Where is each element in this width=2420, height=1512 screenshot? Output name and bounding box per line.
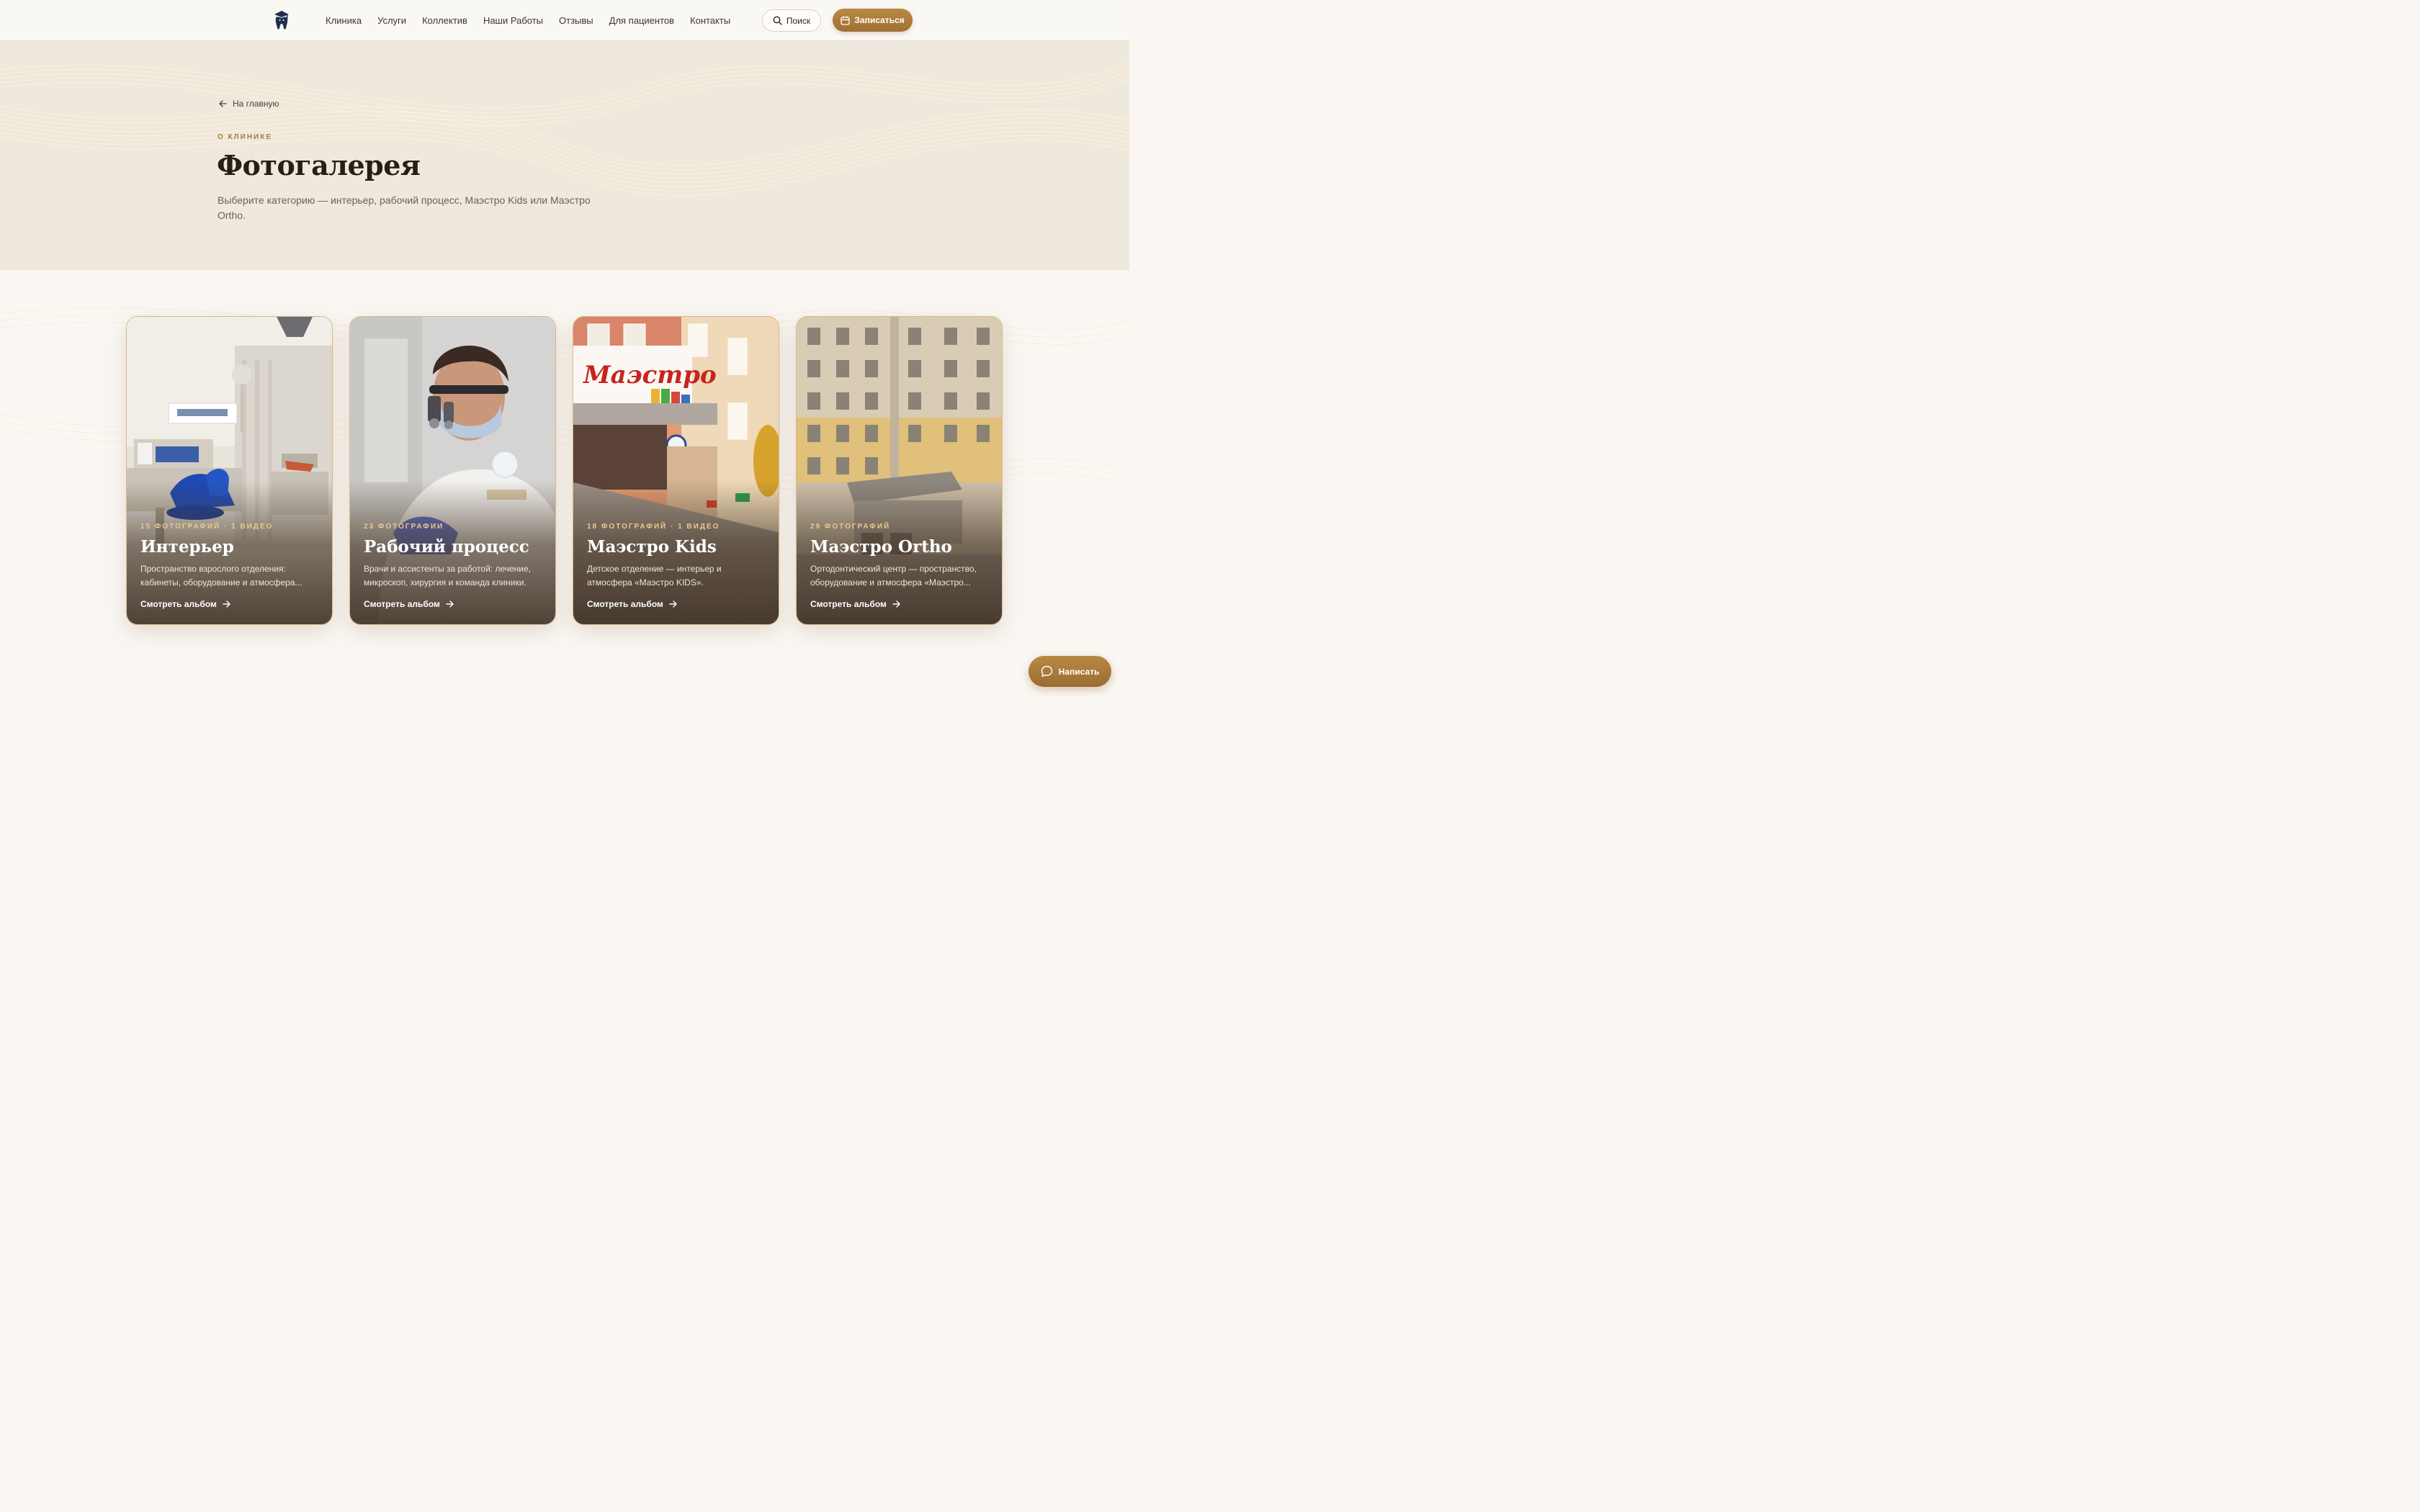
main-nav: Клиника Услуги Коллектив Наши Работы Отз…: [326, 0, 730, 41]
view-album-label: Смотреть альбом: [140, 599, 217, 609]
album-description: Ортодонтический центр — пространство, об…: [810, 564, 977, 588]
arrow-right-icon: [446, 600, 454, 608]
album-description: Врачи и ассистенты за работой: лечение, …: [364, 564, 531, 588]
hero-section: На главную О КЛИНИКЕ Фотогалерея Выберит…: [0, 41, 1129, 270]
write-message-button[interactable]: Написать: [1028, 656, 1111, 687]
book-appointment-label: Записаться: [854, 15, 905, 25]
nav-item-services[interactable]: Услуги: [377, 15, 406, 26]
album-title: Рабочий процесс: [364, 537, 529, 557]
back-link-label: На главную: [233, 99, 279, 109]
nav-item-patients[interactable]: Для пациентов: [609, 15, 674, 26]
album-title: Маэстро Kids: [587, 537, 717, 557]
arrow-right-icon: [669, 600, 677, 608]
back-to-home-link[interactable]: На главную: [219, 99, 279, 109]
view-album-label: Смотреть альбом: [364, 599, 440, 609]
album-count: 29 ФОТОГРАФИЙ: [810, 523, 891, 531]
search-button[interactable]: Поиск: [762, 9, 821, 32]
album-description: Детское отделение — интерьер и атмосфера…: [587, 564, 722, 588]
album-card-interior[interactable]: 15 ФОТОГРАФИЙ · 1 ВИДЕО Интерьер Простра…: [126, 316, 333, 625]
nav-item-works[interactable]: Наши Работы: [483, 15, 543, 26]
write-message-label: Написать: [1058, 666, 1100, 677]
view-album-label: Смотреть альбом: [587, 599, 663, 609]
album-card-maestro-kids[interactable]: Маэстро 18 ФОТОГРАФИЙ · 1 ВИДЕО Маэстро …: [573, 316, 779, 625]
decorative-waves: [0, 62, 1129, 196]
view-album-link[interactable]: Смотреть альбом: [810, 599, 900, 609]
arrow-right-icon: [223, 600, 230, 608]
section-eyebrow: О КЛИНИКЕ: [218, 133, 273, 141]
album-count: 23 ФОТОГРАФИИ: [364, 523, 444, 531]
view-album-label: Смотреть альбом: [810, 599, 887, 609]
nav-item-contacts[interactable]: Контакты: [690, 15, 730, 26]
book-appointment-button[interactable]: Записаться: [833, 9, 913, 32]
view-album-link[interactable]: Смотреть альбом: [364, 599, 454, 609]
arrow-left-icon: [219, 100, 227, 107]
album-count: 15 ФОТОГРАФИЙ · 1 ВИДЕО: [140, 523, 274, 531]
album-description: Пространство взрослого отделения: кабине…: [140, 564, 302, 588]
nav-item-clinic[interactable]: Клиника: [326, 15, 362, 26]
search-icon: [773, 16, 782, 25]
album-card-maestro-ortho[interactable]: 29 ФОТОГРАФИЙ Маэстро Ortho Ортодонтичес…: [796, 316, 1003, 625]
album-title: Интерьер: [140, 537, 234, 557]
nav-item-reviews[interactable]: Отзывы: [559, 15, 593, 26]
album-count: 18 ФОТОГРАФИЙ · 1 ВИДЕО: [587, 523, 720, 531]
album-card-work-process[interactable]: 23 ФОТОГРАФИИ Рабочий процесс Врачи и ас…: [349, 316, 556, 625]
tooth-graduate-icon[interactable]: [274, 10, 290, 30]
view-album-link[interactable]: Смотреть альбом: [587, 599, 677, 609]
view-album-link[interactable]: Смотреть альбом: [140, 599, 230, 609]
svg-text:Маэстро: Маэстро: [583, 361, 717, 390]
site-header: Клиника Услуги Коллектив Наши Работы Отз…: [0, 0, 1129, 41]
chat-bubble-icon: [1041, 665, 1052, 677]
search-label: Поиск: [786, 15, 811, 26]
calendar-icon: [841, 16, 851, 25]
arrow-right-icon: [892, 600, 900, 608]
page-subtitle: Выберите категорию — интерьер, рабочий п…: [218, 194, 591, 221]
nav-item-team[interactable]: Коллектив: [422, 15, 467, 26]
page-title: Фотогалерея: [217, 149, 421, 181]
album-title: Маэстро Ortho: [810, 537, 952, 557]
